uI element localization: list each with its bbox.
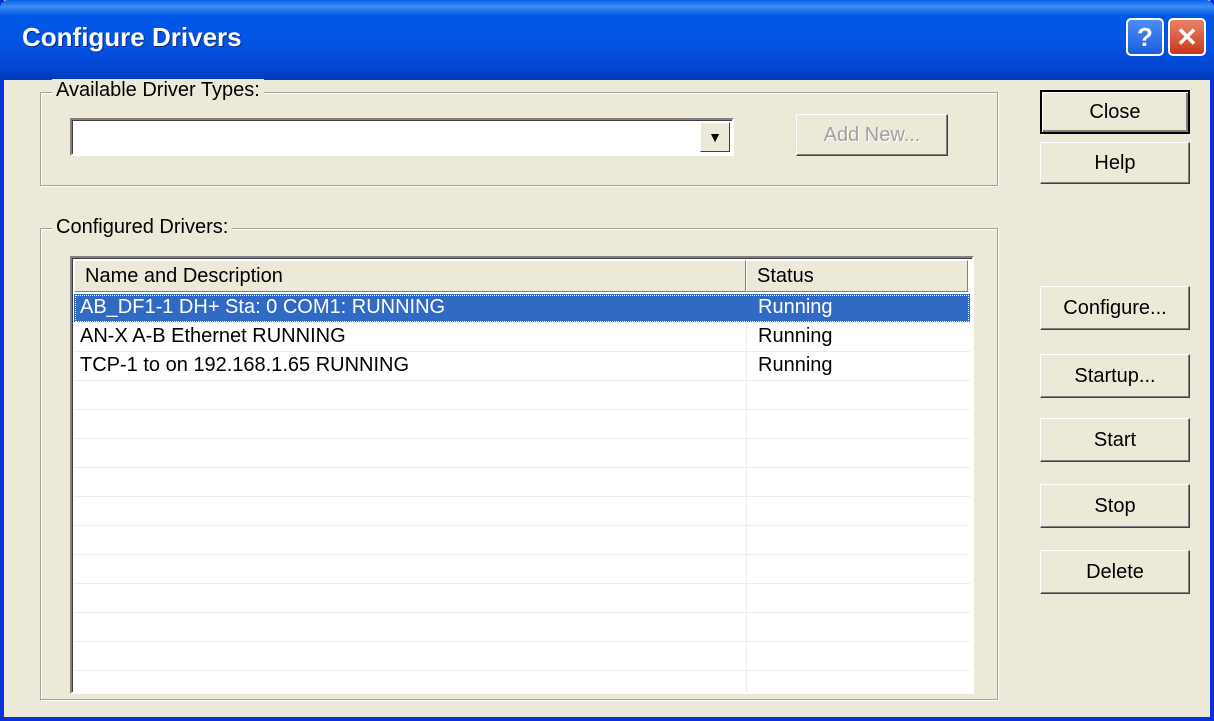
startup-button[interactable]: Startup... (1040, 354, 1190, 398)
title-bar[interactable]: Configure Drivers ? ✕ (0, 0, 1214, 80)
help-button[interactable]: Help (1040, 142, 1190, 184)
dropdown-arrow-icon[interactable]: ▼ (700, 122, 730, 152)
close-button-label: Close (1089, 100, 1141, 123)
empty-list-row (74, 468, 970, 497)
empty-list-row (74, 410, 970, 439)
help-button-label: Help (1094, 151, 1136, 174)
driver-name: AB_DF1-1 DH+ Sta: 0 COM1: RUNNING (80, 296, 446, 318)
help-icon[interactable]: ? (1126, 18, 1164, 56)
stop-button-label: Stop (1094, 494, 1136, 517)
empty-list-row (74, 526, 970, 555)
list-item[interactable]: AN-X A-B Ethernet RUNNING Running (74, 323, 970, 352)
configured-drivers-list[interactable]: Name and Description Status AB_DF1-1 DH+… (70, 256, 974, 694)
driver-type-combobox[interactable]: ▼ (70, 118, 734, 156)
close-button[interactable]: Close (1040, 90, 1190, 134)
driver-status: Running (758, 325, 833, 347)
column-header-status[interactable]: Status (746, 260, 968, 292)
list-rows: AB_DF1-1 DH+ Sta: 0 COM1: RUNNING Runnin… (74, 294, 970, 671)
driver-status: Running (758, 354, 833, 376)
start-button[interactable]: Start (1040, 418, 1190, 462)
list-item[interactable]: AB_DF1-1 DH+ Sta: 0 COM1: RUNNING Runnin… (74, 294, 970, 323)
column-header-name[interactable]: Name and Description (74, 260, 746, 292)
list-item[interactable]: TCP-1 to on 192.168.1.65 RUNNING Running (74, 352, 970, 381)
available-driver-types-label: Available Driver Types: (52, 79, 264, 102)
list-header: Name and Description Status (74, 260, 970, 292)
driver-name: AN-X A-B Ethernet RUNNING (80, 325, 346, 347)
configure-drivers-dialog: Configure Drivers ? ✕ Available Driver T… (0, 0, 1214, 721)
start-button-label: Start (1093, 428, 1137, 451)
window-title: Configure Drivers (22, 22, 242, 52)
stop-button[interactable]: Stop (1040, 484, 1190, 528)
driver-status: Running (758, 296, 833, 318)
add-new-button[interactable]: Add New... (796, 114, 948, 156)
configured-drivers-label: Configured Drivers: (52, 216, 233, 239)
driver-name: TCP-1 to on 192.168.1.65 RUNNING (80, 354, 410, 376)
delete-button-label: Delete (1086, 560, 1144, 583)
configure-button[interactable]: Configure... (1040, 286, 1190, 330)
empty-list-row (74, 555, 970, 584)
empty-list-row (74, 381, 970, 410)
empty-list-row (74, 613, 970, 642)
startup-button-label: Startup... (1074, 364, 1156, 387)
empty-list-row (74, 497, 970, 526)
configure-button-label: Configure... (1063, 296, 1167, 319)
empty-list-row (74, 642, 970, 671)
empty-list-row (74, 584, 970, 613)
delete-button[interactable]: Delete (1040, 550, 1190, 594)
close-icon[interactable]: ✕ (1168, 18, 1206, 56)
empty-list-row (74, 439, 970, 468)
add-new-label: Add New... (823, 123, 921, 146)
